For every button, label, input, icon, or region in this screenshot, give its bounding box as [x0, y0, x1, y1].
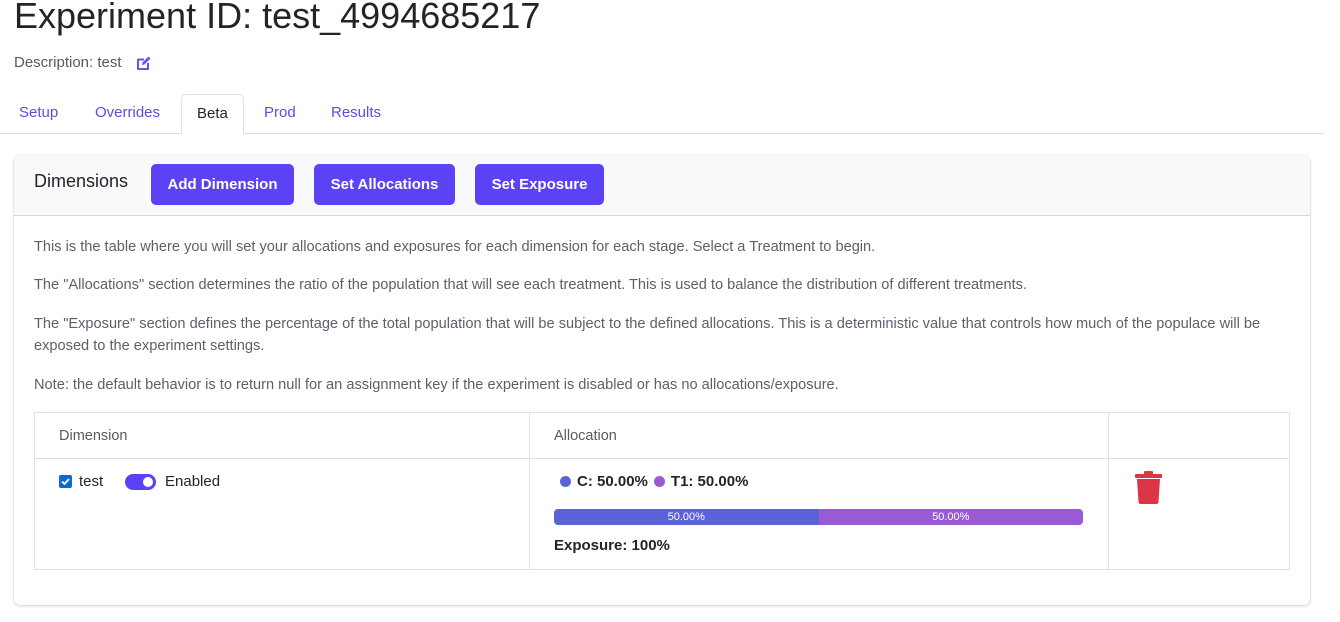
dimension-cell: test Enabled — [34, 458, 530, 570]
card-header: Dimensions Add Dimension Set Allocations… — [14, 155, 1310, 216]
info-paragraph: Note: the default behavior is to return … — [34, 377, 839, 393]
card-title: Dimensions — [34, 171, 129, 191]
info-paragraph: The "Allocations" section determines the… — [34, 277, 1028, 293]
allocation-segment-control: 50.00% — [554, 509, 819, 525]
info-paragraph: The "Exposure" section defines the perce… — [34, 316, 1261, 354]
tab-beta[interactable]: Beta — [181, 94, 244, 135]
dimension-name: test — [79, 473, 104, 490]
set-allocations-button[interactable]: Set Allocations — [314, 164, 455, 205]
dimensions-card: Dimensions Add Dimension Set Allocations… — [14, 155, 1310, 605]
column-header-allocation: Allocation — [529, 412, 1109, 459]
legend-dot-control — [560, 476, 571, 487]
actions-cell — [1108, 458, 1290, 570]
legend-dot-treatment — [653, 476, 665, 487]
exposure-text: Exposure: 100% — [554, 537, 670, 554]
delete-button[interactable] — [1135, 471, 1162, 508]
enabled-toggle[interactable] — [125, 474, 156, 490]
table-row: test Enabled C: 50.00% T1: 50.00% 50.00%… — [34, 458, 1290, 570]
legend-label-treatment: T1: 50.00% — [670, 473, 749, 490]
tab-setup[interactable]: Setup — [7, 94, 70, 132]
stage-tabs: Setup Overrides Beta Prod Results — [0, 94, 1324, 135]
tab-overrides[interactable]: Overrides — [83, 94, 172, 132]
toggle-knob — [143, 477, 153, 487]
legend-label-control: C: 50.00% — [577, 473, 648, 490]
allocation-cell: C: 50.00% T1: 50.00% 50.00% 50.00% Expos… — [529, 458, 1109, 570]
allocation-legend: C: 50.00% T1: 50.00% — [554, 473, 748, 490]
column-header-dimension: Dimension — [34, 412, 530, 459]
allocation-table: Dimension Allocation test Enabled C: 50.… — [34, 412, 1290, 570]
allocation-bar: 50.00% 50.00% — [554, 509, 1083, 525]
tab-results[interactable]: Results — [319, 94, 393, 132]
enabled-label: Enabled — [165, 473, 221, 490]
allocation-segment-treatment: 50.00% — [818, 509, 1083, 525]
trash-icon — [1135, 471, 1162, 504]
table-header-row: Dimension Allocation — [34, 412, 1290, 459]
tab-prod[interactable]: Prod — [252, 94, 308, 132]
dimension-checkbox[interactable] — [59, 475, 72, 488]
page-title: Experiment ID: test_4994685217 — [14, 0, 541, 36]
edit-icon[interactable] — [136, 55, 152, 71]
set-exposure-button[interactable]: Set Exposure — [475, 164, 604, 205]
description-text: Description: test — [14, 54, 122, 71]
checkmark-icon — [61, 478, 70, 486]
add-dimension-button[interactable]: Add Dimension — [151, 164, 294, 205]
column-header-actions — [1108, 412, 1290, 459]
description-row: Description: test — [14, 54, 152, 71]
info-paragraph: This is the table where you will set you… — [34, 239, 876, 255]
